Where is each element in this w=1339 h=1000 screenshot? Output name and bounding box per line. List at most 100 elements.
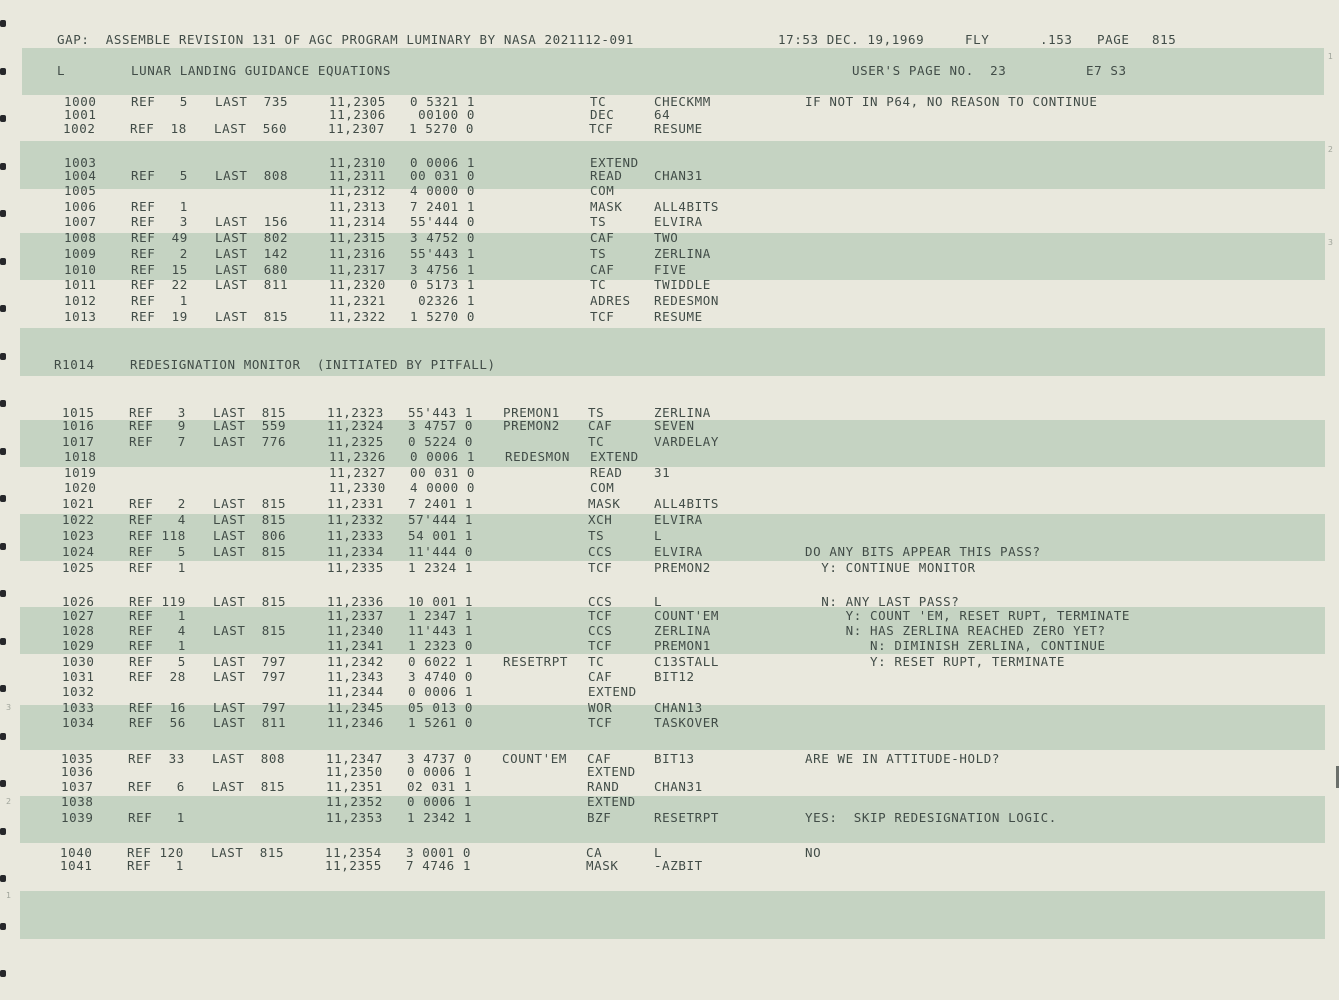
feed-hole bbox=[0, 923, 6, 930]
line-number: 1005 bbox=[64, 183, 97, 198]
operand: TWO bbox=[654, 230, 679, 245]
ref-count: REF 15 bbox=[131, 262, 188, 277]
ref-count: REF 19 bbox=[131, 309, 188, 324]
address: 11,2313 bbox=[329, 199, 386, 214]
octal-word: 0 5173 1 bbox=[410, 277, 476, 292]
feed-hole bbox=[0, 780, 6, 787]
address: 11,2340 bbox=[327, 623, 384, 638]
operand: ZERLINA bbox=[654, 246, 711, 261]
feed-hole bbox=[0, 828, 6, 835]
operand: -AZBIT bbox=[654, 858, 703, 873]
line-number: 1002 bbox=[63, 121, 96, 136]
operand: L bbox=[654, 594, 663, 609]
feed-hole bbox=[0, 685, 6, 692]
address: 11,2311 bbox=[329, 168, 386, 183]
greenbar-band bbox=[20, 891, 1325, 939]
address: 11,2320 bbox=[329, 277, 386, 292]
octal-word: 0 5224 0 bbox=[408, 434, 474, 449]
octal-word: 1 2342 1 bbox=[407, 810, 473, 825]
address: 11,2312 bbox=[329, 183, 386, 198]
opcode: CAF bbox=[588, 669, 613, 684]
subtitle-label: R1014 bbox=[54, 357, 95, 372]
operand: L bbox=[654, 528, 663, 543]
opcode: TCF bbox=[588, 560, 613, 575]
margin-mark: 1 bbox=[1327, 52, 1333, 61]
opcode: ADRES bbox=[590, 293, 631, 308]
address: 11,2334 bbox=[327, 544, 384, 559]
last-ref: LAST 811 bbox=[215, 277, 289, 292]
ref-count: REF 56 bbox=[129, 715, 186, 730]
operand: COUNT'EM bbox=[654, 608, 720, 623]
address: 11,2316 bbox=[329, 246, 386, 261]
address: 11,2324 bbox=[327, 418, 384, 433]
printout-page: 1 2 3 3 2 1 GAP: ASSEMBLE REVISION 131 O… bbox=[0, 0, 1339, 1000]
address: 11,2307 bbox=[328, 121, 385, 136]
octal-word: 54 001 1 bbox=[408, 528, 474, 543]
last-ref: LAST 815 bbox=[213, 512, 287, 527]
address: 11,2306 bbox=[329, 107, 386, 122]
line-number: 1020 bbox=[64, 480, 97, 495]
ref-count: REF 9 bbox=[129, 418, 186, 433]
ref-count: REF 49 bbox=[131, 230, 188, 245]
feed-hole bbox=[0, 970, 6, 977]
address: 11,2345 bbox=[327, 700, 384, 715]
line-number: 1016 bbox=[62, 418, 95, 433]
last-ref: LAST 815 bbox=[213, 623, 287, 638]
line-number: 1023 bbox=[62, 528, 95, 543]
octal-word: 4 0000 0 bbox=[410, 480, 476, 495]
last-ref: LAST 735 bbox=[215, 94, 289, 109]
comment: IF NOT IN P64, NO REASON TO CONTINUE bbox=[805, 94, 1098, 109]
ref-count: REF 5 bbox=[129, 654, 186, 669]
header-mode: FLY bbox=[965, 32, 990, 47]
line-number: 1024 bbox=[62, 544, 95, 559]
octal-word: 1 5261 0 bbox=[408, 715, 474, 730]
comment: Y: CONTINUE MONITOR bbox=[805, 560, 976, 575]
last-ref: LAST 815 bbox=[212, 779, 286, 794]
comment: N: DIMINISH ZERLINA, CONTINUE bbox=[805, 638, 1106, 653]
ref-count: REF 2 bbox=[131, 246, 188, 261]
opcode: MASK bbox=[586, 858, 619, 873]
address: 11,2336 bbox=[327, 594, 384, 609]
operand: ELVIRA bbox=[654, 214, 703, 229]
header-page-number: 815 bbox=[1152, 32, 1177, 47]
comment: N: ANY LAST PASS? bbox=[805, 594, 960, 609]
octal-word: 00100 0 bbox=[410, 107, 476, 122]
margin-mark: 3 bbox=[1327, 238, 1333, 247]
header-timestamp: 17:53 DEC. 19,1969 bbox=[778, 32, 925, 47]
ref-count: REF 1 bbox=[131, 199, 188, 214]
line-number: 1013 bbox=[64, 309, 97, 324]
line-number: 1008 bbox=[64, 230, 97, 245]
opcode: EXTEND bbox=[587, 794, 636, 809]
operand: CHAN13 bbox=[654, 700, 703, 715]
line-number: 1017 bbox=[62, 434, 95, 449]
line-number: 1027 bbox=[62, 608, 95, 623]
last-ref: LAST 680 bbox=[215, 262, 289, 277]
octal-word: 4 0000 0 bbox=[410, 183, 476, 198]
opcode: TCF bbox=[588, 715, 613, 730]
octal-word: 3 4757 0 bbox=[408, 418, 474, 433]
line-number: 1025 bbox=[62, 560, 95, 575]
line-number: 1006 bbox=[64, 199, 97, 214]
opcode: TCF bbox=[588, 638, 613, 653]
operand: CHAN31 bbox=[654, 779, 703, 794]
address: 11,2353 bbox=[326, 810, 383, 825]
ref-count: REF 118 bbox=[129, 528, 186, 543]
ref-count: REF 1 bbox=[131, 293, 188, 308]
opcode: MASK bbox=[590, 199, 623, 214]
symbol-label: PREMON2 bbox=[503, 418, 560, 433]
opcode: TS bbox=[590, 214, 607, 229]
address: 11,2333 bbox=[327, 528, 384, 543]
margin-mark: 3 bbox=[6, 703, 12, 712]
line-number: 1021 bbox=[62, 496, 95, 511]
feed-hole bbox=[0, 638, 6, 645]
line-number: 1011 bbox=[64, 277, 97, 292]
operand: RESUME bbox=[654, 121, 703, 136]
last-ref: LAST 815 bbox=[213, 594, 287, 609]
comment: N: HAS ZERLINA REACHED ZERO YET? bbox=[805, 623, 1106, 638]
line-number: 1010 bbox=[64, 262, 97, 277]
octal-word: 0 0006 1 bbox=[410, 449, 476, 464]
address: 11,2326 bbox=[329, 449, 386, 464]
octal-word: 1 2324 1 bbox=[408, 560, 474, 575]
octal-word: 55'443 1 bbox=[410, 246, 476, 261]
line-number: 1019 bbox=[64, 465, 97, 480]
